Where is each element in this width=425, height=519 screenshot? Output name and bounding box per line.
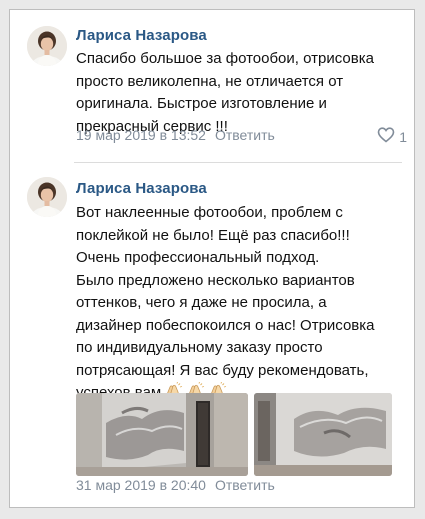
comments-panel: Лариса Назарова Спасибо большое за фотоо… xyxy=(9,9,415,508)
comment-text: Спасибо большое за фотообои, отрисовка п… xyxy=(76,48,412,138)
comment-date[interactable]: 31 мар 2019 в 20:40 xyxy=(76,477,206,493)
heart-icon xyxy=(377,127,395,146)
comment-text-line: дизайнер побеспокоился о нас! Отрисовка xyxy=(76,316,375,334)
comment-text-line: оригинала. Быстрое изготовление и xyxy=(76,95,327,112)
comment-date[interactable]: 19 мар 2019 в 13:52 xyxy=(76,127,206,143)
comment-text-line: просто великолепна, не отличается от xyxy=(76,72,344,90)
comment-text-line: Было предложено несколько вариантов xyxy=(76,271,355,289)
comment-text-line: Спасибо большое за фотообои, отрисовка xyxy=(76,50,374,67)
comment-meta: 19 мар 2019 в 13:52 Ответить xyxy=(76,127,275,143)
comment-text-line: по индивидуальному заказу просто xyxy=(76,339,323,356)
comment-meta: 31 мар 2019 в 20:40 Ответить xyxy=(76,477,275,493)
avatar[interactable] xyxy=(27,177,67,217)
comment-author[interactable]: Лариса Назарова xyxy=(76,27,207,44)
comment-text-line: Очень профессиональный подход. xyxy=(76,249,320,266)
like-button[interactable]: 1 xyxy=(377,127,407,146)
comment-text-line: потрясающая! Я вас буду рекомендовать, xyxy=(76,361,369,379)
like-count: 1 xyxy=(399,128,407,145)
avatar[interactable] xyxy=(27,26,67,66)
comment: Лариса Назарова Вот наклеенные фотообои,… xyxy=(10,163,414,507)
comment-text-line: Вот наклеенные фотообои, проблем с xyxy=(76,204,343,221)
reply-button[interactable]: Ответить xyxy=(215,477,275,493)
comment-text-line: оттенков, чего я даже не просила, а xyxy=(76,294,327,311)
photo-attachment[interactable] xyxy=(76,393,248,476)
comment-text-line: поклейкой не было! Ещё раз спасибо!!! xyxy=(76,226,350,244)
comment: Лариса Назарова Спасибо большое за фотоо… xyxy=(10,10,414,162)
comment-text: Вот наклеенные фотообои, проблем с покле… xyxy=(76,202,412,405)
comment-author[interactable]: Лариса Назарова xyxy=(76,180,207,197)
photo-attachment[interactable] xyxy=(254,393,392,476)
reply-button[interactable]: Ответить xyxy=(215,127,275,143)
